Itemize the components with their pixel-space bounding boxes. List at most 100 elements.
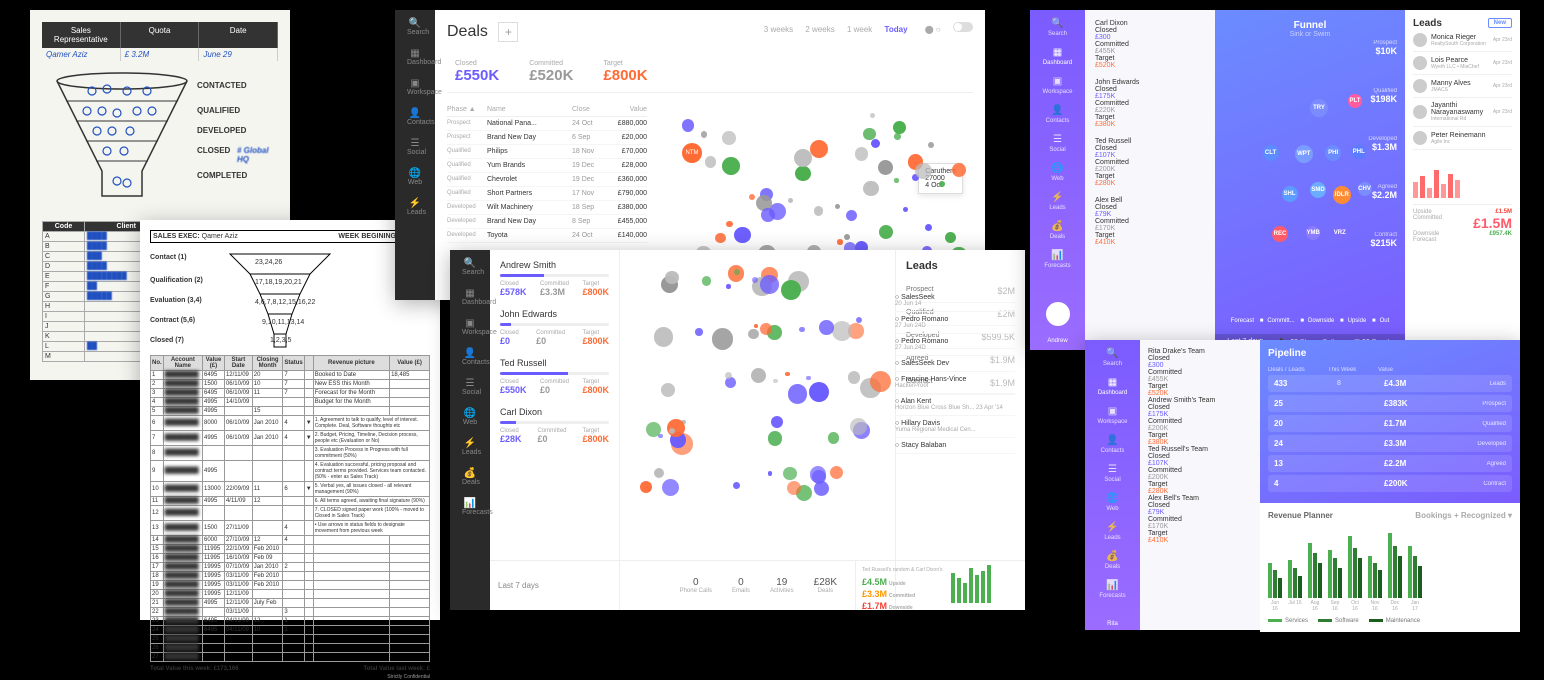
table-row[interactable]: QualifiedYum Brands19 Dec£28,000 [447,159,647,173]
lead-item[interactable]: ○ SalesSeek20 Jun 14 [895,290,1015,312]
lead-item[interactable]: ○ Pedro Romano27 Jun 24D [895,312,1015,334]
view-toggle[interactable] [953,22,973,32]
person-card[interactable]: Andrew Smith's Team Closed£175K Committe… [1148,397,1252,446]
funnel-bubble[interactable]: SMD [1310,182,1326,198]
funnel-visual: Funnel Sink or Swim TRYPLTCLTWPTPHIPHLSH… [1215,10,1405,350]
table-row[interactable]: DevelopedWilt Machinery18 Sep£380,000 [447,201,647,215]
nav-workspace[interactable]: ▣Workspace [1043,76,1073,95]
person-card[interactable]: Carl Dixon Closed£300 Committed£455K Tar… [1095,20,1205,69]
nav-sidebar: 🔍Search ▦Dashboard ▣Workspace 👤Contacts ☰Soc… [1030,10,1085,350]
pipeline-row[interactable]: 20£1.7MQualified [1268,415,1512,432]
pipeline-row[interactable]: 4£200KContract [1268,475,1512,492]
nav-web[interactable]: 🌐Web [1051,163,1063,182]
pipeline-row[interactable]: 24£3.3MDeveloped [1268,435,1512,452]
nav-workspace[interactable]: ▣Workspace [462,318,478,334]
user-avatar[interactable] [1046,302,1070,326]
nav-dashboard[interactable]: ▦Dashboard [407,48,423,64]
nav-leads[interactable]: ⚡Leads [1104,522,1120,541]
person-card[interactable]: Alex Bell Closed£79K Committed£170K Targ… [1095,197,1205,246]
nav-deals[interactable]: 💰Deals [462,468,478,484]
page-title: Deals [447,23,488,41]
table-row[interactable]: QualifiedChevrolet19 Dec£360,000 [447,173,647,187]
pipeline-row[interactable]: 25£383KProspect [1268,395,1512,412]
table-row[interactable]: QualifiedShort Partners17 Nov£790,000 [447,187,647,201]
person-card[interactable]: Ted Russell's Team Closed£107K Committed… [1148,446,1252,495]
nav-social[interactable]: ☰Social [1104,464,1120,483]
tab-today[interactable]: Today [885,25,908,34]
nav-contacts[interactable]: 👤Contacts [407,108,423,124]
nav-deals[interactable]: 💰Deals [1105,551,1120,570]
nav-social[interactable]: ☰Social [462,378,478,394]
lead-item[interactable]: Jayanthi NarayanaswamyInternational RdAp… [1413,98,1512,127]
lead-item[interactable]: ○ Pedro Romano27 Jun 24D [895,334,1015,356]
person-card[interactable]: Andrew Smith Closed£578K Committed£3.3M … [500,260,609,297]
nav-web[interactable]: 🌐Web [1106,493,1118,512]
nav-forecasts[interactable]: 📊Forecasts [462,498,478,514]
nav-leads[interactable]: ⚡Leads [462,438,478,454]
table-row[interactable]: ProspectBrand New Day6 Sep£20,000 [447,131,647,145]
funnel-bubble[interactable]: REC [1272,226,1288,242]
nav-dashboard[interactable]: ▦Dashboard [1098,377,1127,396]
funnel-bubble[interactable]: PLT [1348,94,1362,108]
team-dashboard: 🔍Search ▦Dashboard ▣Workspace 👤Contacts ☰Soc… [450,250,1025,610]
nav-contacts[interactable]: 👤Contacts [1046,105,1070,124]
person-card[interactable]: Carl Dixon Closed£28K Committed£0 Target… [500,407,609,444]
nav-contacts[interactable]: 👤Contacts [1101,435,1125,454]
nav-dashboard[interactable]: ▦Dashboard [1043,47,1072,66]
nav-workspace[interactable]: ▣Workspace [407,78,423,94]
nav-workspace[interactable]: ▣Workspace [1098,406,1128,425]
funnel-bubble[interactable]: CLT [1263,145,1279,161]
tab-2weeks[interactable]: 2 weeks [805,25,834,34]
funnel-bubble[interactable]: SHL [1282,186,1298,202]
nav-web[interactable]: 🌐Web [407,168,423,184]
person-card[interactable]: Alex Bell's Team Closed£79K Committed£17… [1148,495,1252,544]
nav-dashboard[interactable]: ▦Dashboard [462,288,478,304]
lead-item[interactable]: Manny AlvesJMACSApr 23rd [1413,75,1512,98]
table-row[interactable]: DevelopedToyota24 Oct£140,000 [447,229,647,243]
funnel-bubble[interactable]: VRZ [1333,226,1347,240]
nav-search[interactable]: 🔍Search [407,18,423,34]
funnel-bubble[interactable]: YMB [1306,226,1320,240]
lead-item[interactable]: Monica RiegerRealtySouth CorporationApr … [1413,29,1512,52]
nav-contacts[interactable]: 👤Contacts [462,348,478,364]
nav-social[interactable]: ☰Social [1049,134,1065,153]
lead-item[interactable]: Peter ReinemannAgile Inc [1413,127,1512,150]
person-card[interactable]: Rita Drake's Team Closed£300 Committed£4… [1148,348,1252,397]
new-lead-button[interactable]: New [1488,18,1512,28]
lead-item[interactable]: Lois PearceWyeth LLC • MiaChefApr 23rd [1413,52,1512,75]
tab-1week[interactable]: 1 week [847,25,872,34]
add-deal-button[interactable]: + [498,22,518,42]
table-row[interactable]: DevelopedBrand New Day8 Sep£455,000 [447,215,647,229]
lead-item[interactable]: ○ Alan KentHorizon Blue Cross Blue Sh...… [895,394,1015,416]
nav-leads[interactable]: ⚡Leads [1049,192,1065,211]
lead-item[interactable]: ○ Hillary DavisYuma Regional Medical Cen… [895,416,1015,438]
person-card[interactable]: John Edwards Closed£0 Committed£0 Target… [500,309,609,346]
funnel-bubble[interactable]: CHV [1358,182,1372,196]
nav-search[interactable]: 🔍Search [1103,348,1122,367]
nav-web[interactable]: 🌐Web [462,408,478,424]
funnel-bubble[interactable]: WPT [1295,145,1313,163]
funnel-bubble[interactable]: TRY [1310,99,1328,117]
deals-table: Phase ▲NameCloseValue ProspectNational P… [447,103,647,243]
lead-item[interactable]: ○ SalesSeek Dev [895,356,1015,372]
nav-leads[interactable]: ⚡Leads [407,198,423,214]
funnel-bubble[interactable]: PHL [1352,145,1366,159]
tab-3weeks[interactable]: 3 weeks [764,25,793,34]
person-card[interactable]: Ted Russell Closed£107K Committed£200K T… [1095,138,1205,187]
nav-social[interactable]: ☰Social [407,138,423,154]
person-card[interactable]: John Edwards Closed£175K Committed£220K … [1095,79,1205,128]
nav-forecasts[interactable]: 📊Forecasts [1044,250,1070,269]
funnel-bubble[interactable]: IDLR [1333,186,1351,204]
lead-item[interactable]: ○ Stacy Balaban [895,438,1015,454]
lead-item[interactable]: ○ Francine Hans-VinceHackerProof [895,372,1015,394]
nav-deals[interactable]: 💰Deals [1050,221,1065,240]
nav-search[interactable]: 🔍Search [462,258,478,274]
pipeline-row[interactable]: 4338£4.3MLeads [1268,375,1512,392]
table-row[interactable]: QualifiedPhilips18 Nov£70,000 [447,145,647,159]
nav-forecasts[interactable]: 📊Forecasts [1099,580,1125,599]
pipeline-row[interactable]: 13£2.2MAgreed [1268,455,1512,472]
table-row[interactable]: ProspectNational Pana...24 Oct£880,000 [447,117,647,131]
person-card[interactable]: Ted Russell Closed£550K Committed£0 Targ… [500,358,609,395]
nav-search[interactable]: 🔍Search [1048,18,1067,37]
funnel-bubble[interactable]: PHI [1325,145,1341,161]
